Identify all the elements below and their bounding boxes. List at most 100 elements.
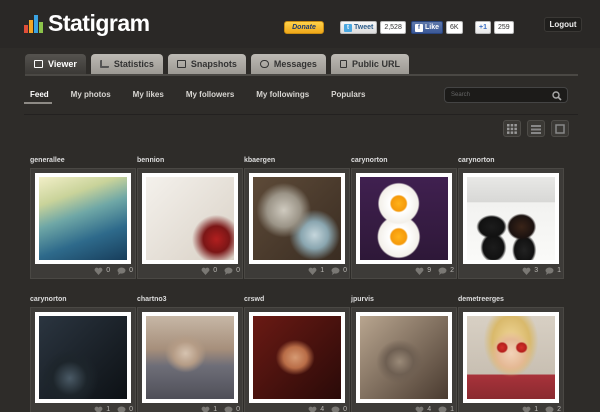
tweet-widget[interactable]: t Tweet 2,528 xyxy=(340,21,406,34)
photo-username[interactable]: crswd xyxy=(244,296,264,303)
comment-count: 1 xyxy=(450,406,454,412)
photo-username[interactable]: jpurvis xyxy=(351,296,374,303)
heart-icon[interactable] xyxy=(308,267,317,275)
photo-username[interactable]: bennion xyxy=(137,157,164,164)
photo-image xyxy=(360,316,448,399)
comment-icon[interactable] xyxy=(117,266,126,275)
list-view-button[interactable] xyxy=(527,120,545,137)
search-input[interactable]: Search xyxy=(451,92,470,98)
photo-image xyxy=(39,177,127,260)
photo-username[interactable]: kbaergen xyxy=(244,157,275,164)
like-count: 1 xyxy=(534,406,539,412)
photo-stats: 3 1 xyxy=(513,265,561,276)
heart-icon[interactable] xyxy=(415,406,424,412)
comment-icon[interactable] xyxy=(438,266,447,275)
tab-label: Snapshots xyxy=(190,59,237,69)
comment-icon[interactable] xyxy=(545,405,554,412)
facebook-like-widget[interactable]: f Like 6K xyxy=(411,21,463,34)
heart-icon[interactable] xyxy=(308,406,317,412)
lock-icon xyxy=(339,60,347,68)
tweet-label: Tweet xyxy=(354,24,374,31)
photo-stats: 4 1 xyxy=(406,404,454,412)
heart-icon[interactable] xyxy=(415,267,424,275)
comment-icon[interactable] xyxy=(117,405,126,412)
photo-frame[interactable] xyxy=(463,173,559,264)
photo-card[interactable]: 1 0 xyxy=(137,307,243,412)
tab-snapshots[interactable]: Snapshots xyxy=(167,54,246,74)
photo-card[interactable]: 1 0 xyxy=(30,307,136,412)
photo-username[interactable]: demetreerges xyxy=(458,296,504,303)
photo-frame[interactable] xyxy=(35,173,131,264)
photo-card[interactable]: 3 1 xyxy=(458,168,564,279)
photo-username[interactable]: generallee xyxy=(30,157,65,164)
statistics-icon xyxy=(99,60,109,68)
tab-public-url[interactable]: Public URL xyxy=(330,54,409,74)
photo-stats: 0 0 xyxy=(192,265,240,276)
photo-card[interactable]: 4 1 xyxy=(351,307,457,412)
subnav-populars[interactable]: Populars xyxy=(331,90,365,102)
heart-icon[interactable] xyxy=(522,267,531,275)
heart-icon[interactable] xyxy=(522,406,531,412)
comment-icon[interactable] xyxy=(331,405,340,412)
comment-icon[interactable] xyxy=(224,266,233,275)
statigram-logo[interactable]: Statigram xyxy=(24,10,150,36)
comment-icon[interactable] xyxy=(545,266,554,275)
like-count: 0 xyxy=(213,267,218,274)
photo-card[interactable]: 0 0 xyxy=(137,168,243,279)
active-subnav-indicator xyxy=(24,102,52,104)
snapshots-icon xyxy=(176,60,186,68)
messages-icon xyxy=(259,60,269,68)
photo-frame[interactable] xyxy=(35,312,131,403)
photo-frame[interactable] xyxy=(356,312,452,403)
grid-view-button[interactable] xyxy=(503,120,521,137)
photo-frame[interactable] xyxy=(142,173,238,264)
search-box[interactable]: Search xyxy=(444,87,568,103)
photo-stats: 1 0 xyxy=(299,265,347,276)
tab-messages[interactable]: Messages xyxy=(250,54,326,74)
subnav-my-followers[interactable]: My followers xyxy=(186,90,234,102)
subnav-my-followings[interactable]: My followings xyxy=(256,90,309,102)
comment-icon[interactable] xyxy=(224,405,233,412)
tab-label: Public URL xyxy=(351,59,400,69)
list-icon xyxy=(531,124,541,134)
comment-icon[interactable] xyxy=(331,266,340,275)
photo-card[interactable]: 1 0 xyxy=(244,168,350,279)
heart-icon[interactable] xyxy=(94,267,103,275)
tab-statistics[interactable]: Statistics xyxy=(90,54,163,74)
photo-frame[interactable] xyxy=(463,312,559,403)
photo-frame[interactable] xyxy=(249,173,345,264)
photo-username[interactable]: carynorton xyxy=(458,157,495,164)
photo-username[interactable]: carynorton xyxy=(30,296,67,303)
heart-icon[interactable] xyxy=(201,406,210,412)
comment-count: 1 xyxy=(557,267,561,274)
search-icon[interactable] xyxy=(552,91,562,101)
photo-frame[interactable] xyxy=(142,312,238,403)
like-count: 4 xyxy=(320,406,325,412)
heart-icon[interactable] xyxy=(94,406,103,412)
photo-username[interactable]: carynorton xyxy=(351,157,388,164)
logout-button[interactable]: Logout xyxy=(544,17,582,32)
photo-image xyxy=(253,177,341,260)
photo-image xyxy=(146,316,234,399)
photo-card[interactable]: 9 2 xyxy=(351,168,457,279)
photo-card[interactable]: 1 2 xyxy=(458,307,564,412)
like-count: 4 xyxy=(427,406,432,412)
subnav-my-likes[interactable]: My likes xyxy=(133,90,164,102)
google-plus-widget[interactable]: +1 259 xyxy=(475,21,514,34)
tab-viewer[interactable]: Viewer xyxy=(25,54,86,74)
subnav-my-photos[interactable]: My photos xyxy=(71,90,111,102)
photo-username[interactable]: chartno3 xyxy=(137,296,167,303)
grid-icon xyxy=(507,123,517,134)
single-view-button[interactable] xyxy=(551,120,569,137)
donate-button[interactable]: Donate xyxy=(284,21,324,34)
photo-frame[interactable] xyxy=(356,173,452,264)
photo-frame[interactable] xyxy=(249,312,345,403)
like-count: 9 xyxy=(427,267,432,274)
subnav-feed[interactable]: Feed xyxy=(30,90,49,102)
comment-icon[interactable] xyxy=(438,405,447,412)
photo-card[interactable]: 4 0 xyxy=(244,307,350,412)
photo-image xyxy=(467,316,555,399)
heart-icon[interactable] xyxy=(201,267,210,275)
like-label: Like xyxy=(425,24,440,31)
photo-card[interactable]: 0 0 xyxy=(30,168,136,279)
